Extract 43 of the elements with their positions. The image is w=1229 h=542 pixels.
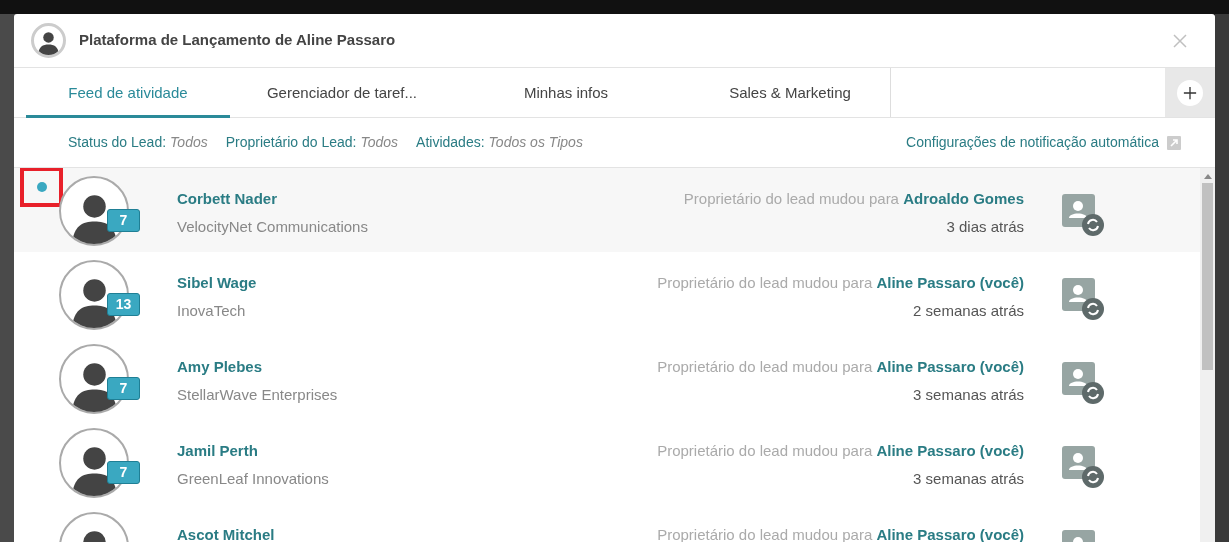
filter-label[interactable]: Atividades: xyxy=(416,132,485,153)
tab[interactable]: Sales & Marketing xyxy=(678,68,902,118)
company-name: VelocityNet Communications xyxy=(177,216,368,237)
contact-name[interactable]: Amy Plebes xyxy=(177,356,338,379)
person-icon xyxy=(38,32,59,55)
activity-time: 2 semanas atrás xyxy=(913,300,1024,321)
activity-message: Proprietário do lead mudou para Adroaldo Gomes xyxy=(683,189,1024,209)
filter-value[interactable]: Todos xyxy=(360,132,399,153)
activity-message: Proprietário do lead mudou para Aline Passaro (você) xyxy=(657,273,1024,293)
scroll-up-icon[interactable] xyxy=(1203,173,1212,179)
activity-time: 3 dias atrás xyxy=(946,216,1024,237)
activity-message: Proprietário do lead mudou para Aline Passaro (você) xyxy=(657,357,1024,377)
count-badge: 7 xyxy=(107,461,140,484)
count-badge: 7 xyxy=(107,377,140,400)
contact-name[interactable]: Jamil Perth xyxy=(177,440,329,463)
close-button[interactable] xyxy=(1172,31,1190,50)
contact-name[interactable]: Sibel Wage xyxy=(177,272,257,295)
owner-change-icon xyxy=(1062,446,1106,490)
contact-name[interactable]: Corbett Nader xyxy=(177,188,368,211)
count-badge: 7 xyxy=(107,209,140,232)
notification-settings-link[interactable]: Configurações de notificação automática xyxy=(906,132,1159,153)
tab[interactable]: Minhas infos xyxy=(454,68,678,118)
dialog-title: Plataforma de Lançamento de Aline Passaro xyxy=(79,30,396,51)
tab[interactable]: Gerenciador de taref... xyxy=(230,68,454,118)
activity-time: 3 semanas atrás xyxy=(913,468,1024,489)
plus-icon xyxy=(1183,85,1197,100)
filter-label[interactable]: Proprietário do Lead: xyxy=(225,132,357,153)
activity-time: 3 semanas atrás xyxy=(913,384,1024,405)
activity-message: Proprietário do lead mudou para Aline Passaro (você) xyxy=(657,441,1024,461)
filter-label[interactable]: Status do Lead: xyxy=(68,132,167,153)
company-name: StellarWave Enterprises xyxy=(177,384,338,405)
add-tab-button[interactable] xyxy=(1177,79,1203,106)
owner-change-icon xyxy=(1062,362,1106,406)
filter-value[interactable]: Todos os Tipos xyxy=(488,132,583,153)
company-name: GreenLeaf Innovations xyxy=(177,468,329,489)
owner-change-icon xyxy=(1062,194,1106,238)
contact-name[interactable]: Ascot Mitchel xyxy=(177,524,275,542)
external-link-icon xyxy=(1167,135,1181,150)
filter-value[interactable]: Todos xyxy=(170,132,208,153)
company-name: InovaTech xyxy=(177,300,247,321)
tab[interactable]: Feed de atividade xyxy=(26,68,230,118)
count-badge: 13 xyxy=(107,293,140,316)
owner-change-icon xyxy=(1062,278,1106,322)
